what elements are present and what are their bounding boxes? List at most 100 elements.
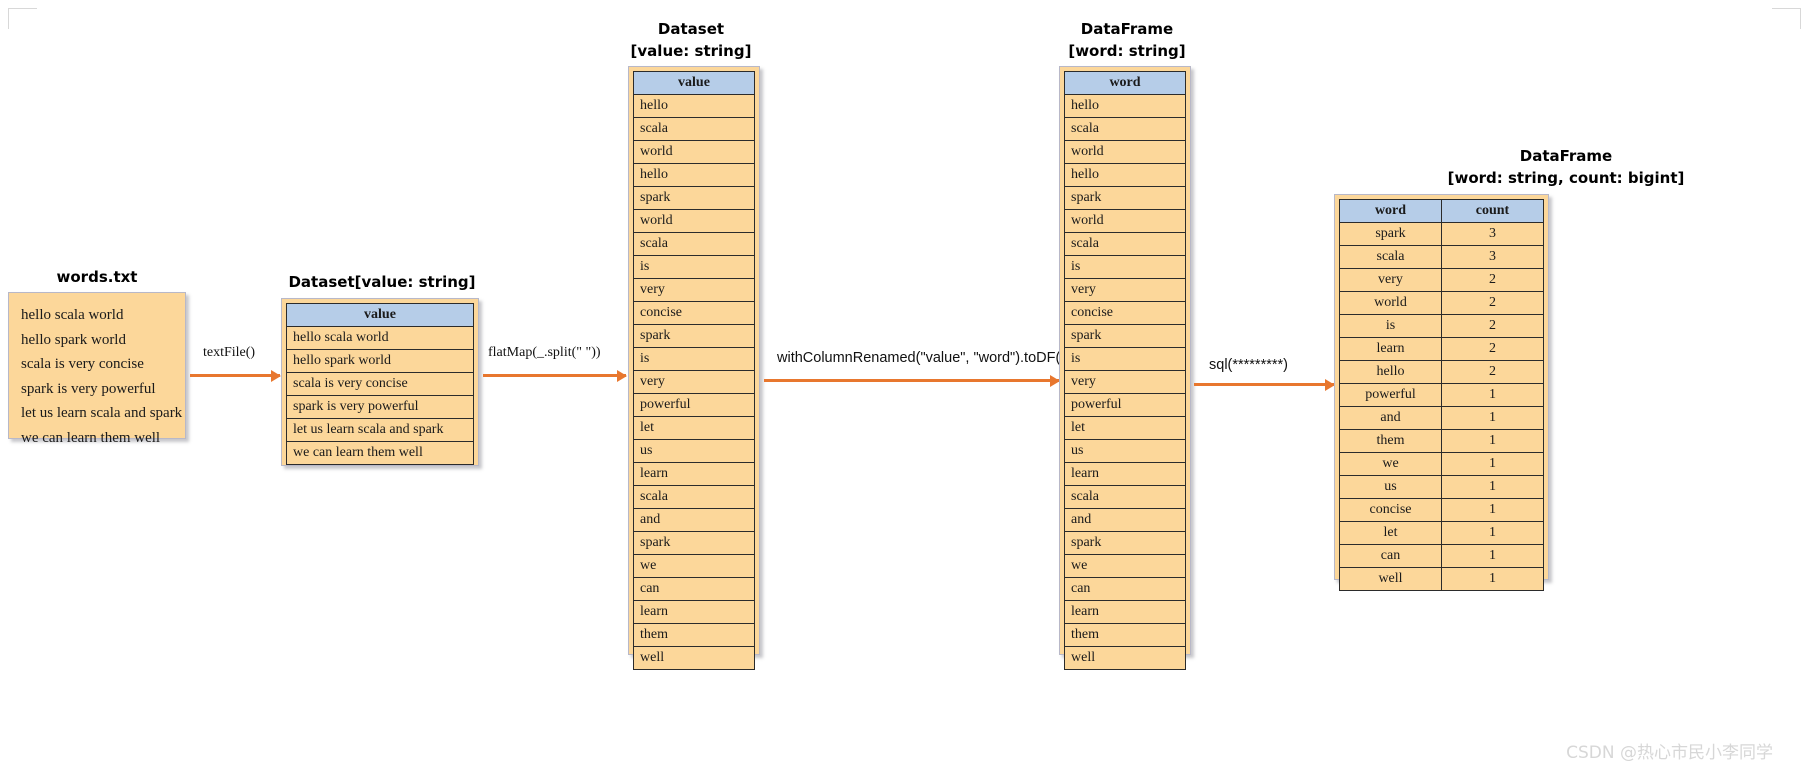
cell-count: 1 [1441,567,1544,591]
cell-count: 2 [1441,268,1544,292]
table-header-row: value [633,71,755,95]
table-row: us [633,439,755,463]
table-row: us [1064,439,1186,463]
column-header-value: value [286,303,474,327]
arrow-withcolumnrenamed [764,379,1059,382]
cell-count: 2 [1441,337,1544,361]
cell-word: learn [1064,462,1186,486]
note-line: let us learn scala and spark [21,405,183,421]
cell-word: them [1064,623,1186,647]
cell-word: well [1064,646,1186,670]
cell-word: spark [633,531,755,555]
note-line: hello spark world [21,331,126,348]
arrow-sql [1194,383,1334,386]
cell-word: let [1339,521,1442,545]
cell-count: 1 [1441,429,1544,453]
table-row: well 1 [1339,567,1544,591]
table-row: well [633,646,755,670]
table-row: can [1064,577,1186,601]
table-row: is [633,347,755,371]
table-row: spark [633,186,755,210]
cell-word: well [1339,567,1442,591]
cell-word: let [1064,416,1186,440]
cell-word: powerful [1064,393,1186,417]
table-row: spark is very powerful [286,395,474,419]
dataframe-word-grid: word hello scala world hello spark world scala… [1064,71,1186,670]
cell-word: is [633,255,755,279]
column-header-word: word [1339,199,1442,223]
table-row: spark 3 [1339,222,1544,246]
caption-dataset-lines: Dataset[value: string] [288,273,476,291]
cell-value: we can learn them well [286,441,474,465]
table-row: very 2 [1339,268,1544,292]
cell-count: 3 [1441,245,1544,269]
table-row: scala [633,485,755,509]
table-row: learn [1064,462,1186,486]
caption-dataframe-word: DataFrame [word: string] [1068,20,1186,60]
cell-word: let [633,416,755,440]
cell-word: scala [1064,232,1186,256]
table-row: let [1064,416,1186,440]
table-row: spark [633,531,755,555]
cell-word: world [633,140,755,164]
arrow-flatmap [483,374,626,377]
table-row: hello [1064,94,1186,118]
table-row: hello [633,163,755,187]
cell-word: well [633,646,755,670]
dataset-lines-body: hello scala world hello spark world scal… [286,326,474,465]
cell-count: 2 [1441,291,1544,315]
cell-count: 1 [1441,475,1544,499]
cell-word: hello [1064,94,1186,118]
table-row: them [633,623,755,647]
cell-word: very [1064,278,1186,302]
dataframe-word-count-body: spark 3 scala 3 very 2 world 2 is 2 learn 2 hello 2 po… [1339,222,1544,591]
cell-word: spark [633,324,755,348]
note-line: spark is very powerful [21,380,156,397]
cell-word: learn [633,600,755,624]
table-row: is 2 [1339,314,1544,338]
cell-value: spark is very powerful [286,395,474,419]
cell-word: is [1339,314,1442,338]
cell-word: and [633,508,755,532]
table-row: and [633,508,755,532]
table-row: let [633,416,755,440]
cell-word: powerful [633,393,755,417]
cell-count: 3 [1441,222,1544,246]
cell-word: we [633,554,755,578]
column-header-word: word [1064,71,1186,95]
table-row: powerful [1064,393,1186,417]
table-row: we [633,554,755,578]
cell-word: concise [1064,301,1186,325]
table-row: very [1064,370,1186,394]
cell-word: is [1064,255,1186,279]
table-row: them 1 [1339,429,1544,453]
table-row: spark [633,324,755,348]
cell-word: learn [1339,337,1442,361]
arrow-label-withcolumnrenamed: withColumnRenamed("value", "word").toDF(… [777,350,1066,366]
cell-value: hello scala world [286,326,474,350]
table-row: very [633,278,755,302]
dataset-words-body: hello scala world hello spark world scala is ver… [633,94,755,670]
cell-word: very [633,278,755,302]
cell-word: we [1064,554,1186,578]
table-row: learn [633,600,755,624]
table-dataframe-word: word hello scala world hello spark world scala… [1059,66,1191,670]
cell-word: spark [633,186,755,210]
cell-value: hello spark world [286,349,474,373]
table-row: concise [1064,301,1186,325]
cell-word: hello [633,163,755,187]
table-row: them [1064,623,1186,647]
table-row: hello [1064,163,1186,187]
corner-mark-top-right [1772,8,1801,29]
table-row: concise [633,301,755,325]
table-row: scala [1064,117,1186,141]
table-row: is [1064,255,1186,279]
cell-word: scala [633,232,755,256]
cell-word: learn [1064,600,1186,624]
cell-word: can [1339,544,1442,568]
arrow-textfile [190,374,280,377]
table-row: spark [1064,531,1186,555]
table-row: world [633,140,755,164]
cell-value: scala is very concise [286,372,474,396]
table-row: well [1064,646,1186,670]
